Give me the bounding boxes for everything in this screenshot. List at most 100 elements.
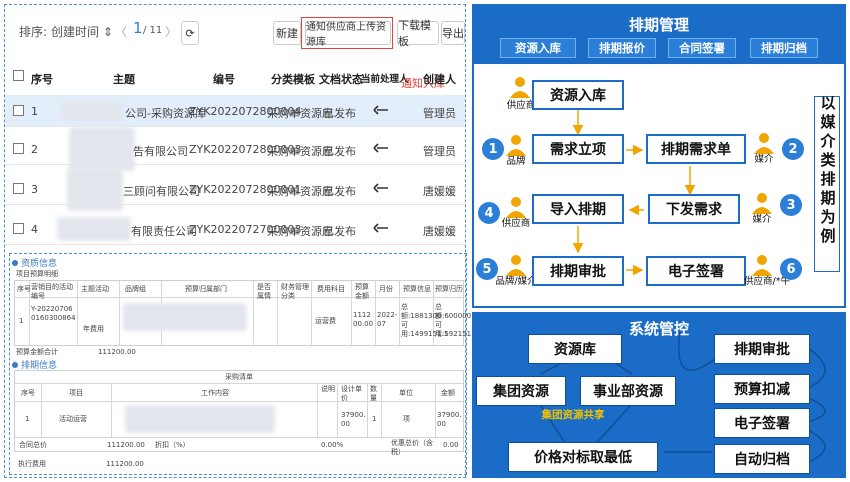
side-note: 以媒介类排期为例: [820, 94, 836, 245]
budget-col: 序号: [17, 285, 31, 293]
schedule-management-panel: 排期管理 资源入库 排期报价 合同签署 排期归档 供应商 资源入库 1 品牌 需…: [472, 4, 846, 308]
exec-label: 执行费用: [18, 460, 46, 468]
export-button[interactable]: 导出: [441, 21, 465, 45]
budget-cell: 运营费: [315, 317, 336, 325]
purchase-col: 设计单价: [341, 385, 362, 402]
node-issue-demand: 下发需求: [648, 194, 740, 224]
purchase-table: 采购清单 序号 项目 工作内容 说明 设计单价 数量 单位 金额 1 活动运营 …: [14, 370, 464, 456]
node-resource-ingest: 资源入库: [532, 80, 624, 110]
budget-cell: 111200.00: [353, 311, 374, 328]
purchase-title: 采购清单: [225, 373, 253, 381]
node-control-approve: 排期审批: [714, 334, 810, 364]
download-template-button[interactable]: 下载模板: [397, 19, 439, 48]
redacted-block: [67, 169, 123, 211]
table-row[interactable]: 3 三顾问有限公司 ZYK2022072800001 采购单资源库 已发布 唐媛…: [5, 169, 465, 211]
budget-col: 营销目的活动编号: [31, 283, 73, 300]
purchase-cell: 活动运营: [59, 415, 87, 423]
step-2-badge: 2: [782, 138, 804, 160]
pager-current[interactable]: 1: [133, 19, 143, 37]
budget-total-label: 预算金额合计: [16, 348, 58, 356]
row-index: 3: [31, 183, 38, 196]
budget-col: 品牌组: [125, 285, 146, 293]
person-icon: [754, 133, 774, 154]
person-icon: [506, 135, 526, 156]
row-index: 4: [31, 223, 38, 236]
person-icon: [752, 255, 772, 276]
budget-cell: Y-202207060160300864: [31, 305, 76, 322]
select-all-checkbox[interactable]: [13, 70, 24, 81]
exec-value: 111200.00: [106, 460, 144, 468]
purchase-col: 工作内容: [201, 389, 229, 397]
purchase-cell: 1: [25, 415, 30, 423]
redacted-block: [61, 101, 123, 121]
budget-table: 序号 营销目的活动编号 主题活动 品牌组 预算归属部门 是否属情 财务管理分类 …: [14, 280, 478, 346]
actor-2: 媒介: [754, 154, 774, 165]
redacted-block: [123, 303, 247, 331]
node-resource-library: 资源库: [528, 334, 622, 364]
actor-4: 供应商: [501, 218, 531, 229]
node-group-resources: 集团资源: [476, 376, 566, 406]
handler-icon[interactable]: [373, 103, 389, 117]
purchase-col: 说明: [321, 385, 335, 393]
handler-icon[interactable]: [373, 221, 389, 235]
budget-cell: 1: [19, 317, 24, 325]
budget-total-value: 111200.00: [98, 348, 136, 356]
row-status: 已发布: [323, 185, 356, 198]
pager-prev-button[interactable]: 〈: [115, 23, 127, 40]
purchase-col: 数量: [370, 385, 377, 402]
pager-total: / 11: [143, 25, 163, 36]
row-creator: 管理员: [423, 145, 456, 158]
redacted-block: [57, 217, 131, 241]
highlight-box: [301, 17, 393, 49]
row-checkbox[interactable]: [13, 183, 24, 194]
pager-next-button[interactable]: 〉: [165, 23, 177, 40]
budget-col: 财务管理分类: [281, 283, 309, 300]
budget-col: 预算信息: [403, 285, 431, 293]
step-6-badge: 6: [780, 258, 802, 280]
process-diagram: 排期管理 资源入库 排期报价 合同签署 排期归档 供应商 资源入库 1 品牌 需…: [472, 4, 846, 478]
budget-col: 是否属情: [257, 283, 271, 300]
redacted-block: [69, 127, 135, 171]
handler-icon[interactable]: [373, 141, 389, 155]
budget-cell: 总额:1881300 可用:1499151.1: [401, 303, 449, 338]
node-e-sign: 电子签署: [646, 256, 746, 286]
row-creator: 唐媛媛: [423, 185, 456, 198]
table-row[interactable]: 4 有限责任公司 ZYK2022072700003 采购单资源库 已发布 唐媛媛: [5, 213, 465, 245]
sum-value: 111200.00: [107, 441, 145, 449]
col-code: 编号: [213, 73, 235, 86]
discount-label: 折扣（%）: [155, 441, 190, 449]
budget-col: 主题活动: [81, 285, 109, 293]
budget-col: 预算归历: [435, 285, 463, 293]
purchase-col: 序号: [21, 389, 35, 397]
row-status: 已发布: [323, 225, 356, 238]
table-row[interactable]: 1 公司-采购资源库 ZYK2022072800004 采购单资源库 已发布 管…: [5, 95, 465, 127]
row-checkbox[interactable]: [13, 105, 24, 116]
row-status: 已发布: [323, 107, 356, 120]
node-demand: 需求立项: [532, 134, 624, 164]
redacted-block: [125, 405, 275, 433]
budget-col: 月份: [379, 285, 393, 293]
budget-col: 预算金额: [355, 283, 369, 300]
row-status: 已发布: [323, 145, 356, 158]
sort-dropdown[interactable]: 创建时间 ⇕: [51, 23, 113, 40]
row-subject[interactable]: 告有限公司: [133, 143, 188, 159]
row-subject[interactable]: 有限责任公司: [131, 223, 197, 239]
detail-form: 资质信息 项目预算明细 序号 营销目的活动编号 主题活动 品牌组 预算归属部门 …: [9, 253, 478, 475]
row-checkbox[interactable]: [13, 143, 24, 154]
col-template: 分类模板: [271, 73, 315, 86]
node-control-esign: 电子签署: [714, 408, 810, 438]
row-checkbox[interactable]: [13, 223, 24, 234]
table-header: 序号 主题 编号 分类模板 文档状态 当前处理人 创建人: [5, 61, 465, 93]
person-icon: [510, 77, 530, 98]
handler-icon[interactable]: [373, 181, 389, 195]
refresh-icon[interactable]: ⟳: [181, 21, 199, 45]
toolbar: 排序: 创建时间 ⇕ 〈 1 / 11 〉 ⟳ 新建 通知供应商上传资源库 下载…: [5, 5, 465, 51]
actor-1: 品牌: [506, 156, 526, 167]
sort-label: 排序:: [19, 25, 48, 39]
budget-cell: 年费用: [83, 325, 104, 333]
col-status: 文档状态: [319, 73, 363, 86]
table-row[interactable]: 2 告有限公司 ZYK2022072800003 采购单资源库 已发布 管理员: [5, 127, 465, 171]
col-subject: 主题: [113, 73, 135, 86]
budget-cell: 2022-07: [377, 311, 398, 328]
new-button[interactable]: 新建: [273, 21, 301, 45]
